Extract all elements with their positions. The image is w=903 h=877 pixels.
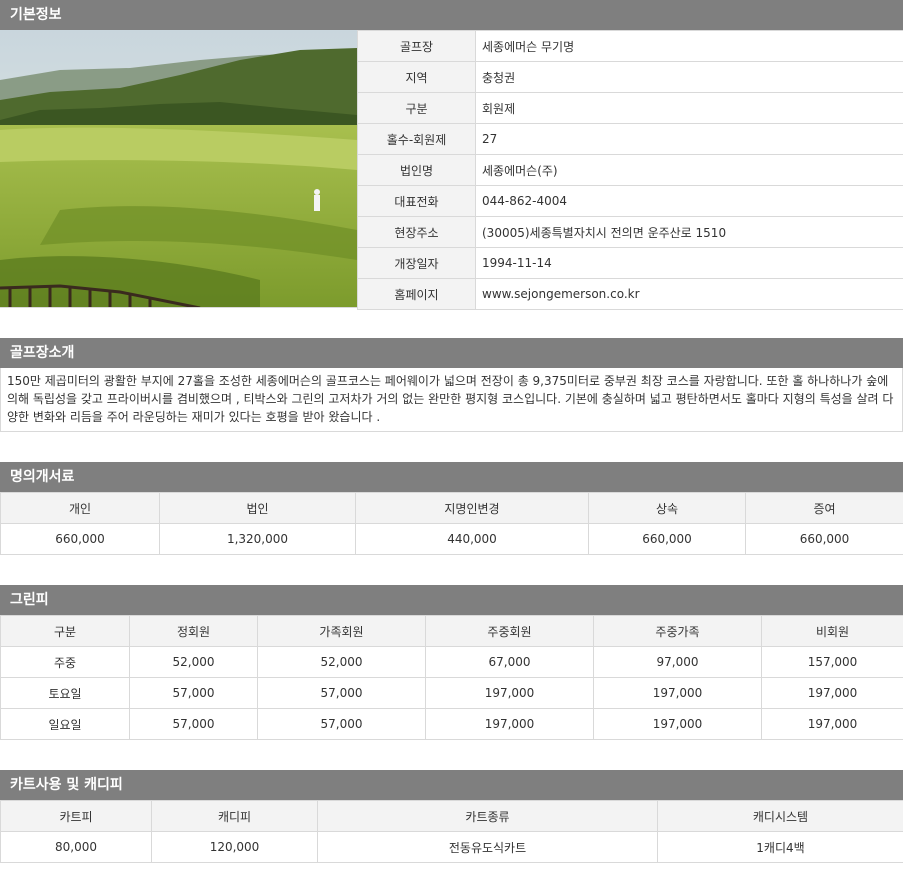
col-gift: 증여 — [745, 492, 903, 524]
cell: 52,000 — [129, 646, 258, 678]
cart-caddie-table: 카트피 캐디피 카트종류 캐디시스템 80,000 120,000 전동유도식카… — [0, 800, 903, 863]
label-phone: 대표전화 — [357, 185, 476, 217]
col-weekday-member: 주중회원 — [425, 615, 594, 647]
green-fee-header: 그린피 — [0, 585, 903, 615]
col-non-member: 비회원 — [761, 615, 903, 647]
table-row: 법인명 세종에머슨(주) — [357, 154, 903, 186]
value-type: 회원제 — [475, 92, 903, 124]
value-region: 충청권 — [475, 61, 903, 93]
row-label: 주중 — [0, 646, 130, 678]
intro-text: 150만 제곱미터의 광활한 부지에 27홀을 조성한 세종에머슨의 골프코스는… — [0, 368, 903, 432]
basic-info-table: 골프장 세종에머슨 무기명 지역 충청권 구분 회원제 홀수-회원제 27 법인명 세종에… — [357, 30, 903, 310]
col-family-member: 가족회원 — [257, 615, 426, 647]
table-row: 토요일 57,000 57,000 197,000 197,000 197,00… — [0, 677, 903, 709]
table-header-row: 구분 정회원 가족회원 주중회원 주중가족 비회원 — [0, 615, 903, 647]
col-cart-fee: 카트피 — [0, 800, 152, 832]
label-region: 지역 — [357, 61, 476, 93]
col-caddie-fee: 캐디피 — [151, 800, 318, 832]
value-open-date: 1994-11-14 — [475, 247, 903, 279]
col-weekday-family: 주중가족 — [593, 615, 762, 647]
table-row: 현장주소 (30005)세종특별자치시 전의면 운주산로 1510 — [357, 216, 903, 248]
table-header-row: 카트피 캐디피 카트종류 캐디시스템 — [0, 800, 903, 832]
table-row: 660,000 1,320,000 440,000 660,000 660,00… — [0, 523, 903, 555]
table-row: 일요일 57,000 57,000 197,000 197,000 197,00… — [0, 708, 903, 740]
cell: 157,000 — [761, 646, 903, 678]
table-header-row: 개인 법인 지명인변경 상속 증여 — [0, 492, 903, 524]
table-row: 80,000 120,000 전동유도식카트 1캐디4백 — [0, 831, 903, 863]
cell: 120,000 — [151, 831, 318, 863]
cell: 660,000 — [588, 523, 746, 555]
table-row: 대표전화 044-862-4004 — [357, 185, 903, 217]
table-row: 구분 회원제 — [357, 92, 903, 124]
value-course: 세종에머슨 무기명 — [475, 30, 903, 62]
cell: 660,000 — [745, 523, 903, 555]
col-inheritance: 상속 — [588, 492, 746, 524]
value-holes: 27 — [475, 123, 903, 155]
label-holes: 홀수-회원제 — [357, 123, 476, 155]
table-row: 홀수-회원제 27 — [357, 123, 903, 155]
transfer-fee-header: 명의개서료 — [0, 462, 903, 492]
cell: 197,000 — [425, 708, 594, 740]
cell: 전동유도식카트 — [317, 831, 658, 863]
value-corp: 세종에머슨(주) — [475, 154, 903, 186]
row-label: 일요일 — [0, 708, 130, 740]
cell: 57,000 — [129, 708, 258, 740]
col-category: 구분 — [0, 615, 130, 647]
transfer-fee-table: 개인 법인 지명인변경 상속 증여 660,000 1,320,000 440,… — [0, 492, 903, 555]
cell: 57,000 — [257, 677, 426, 709]
label-address: 현장주소 — [357, 216, 476, 248]
cell: 197,000 — [593, 677, 762, 709]
cell: 1,320,000 — [159, 523, 356, 555]
value-homepage: www.sejongemerson.co.kr — [475, 278, 903, 310]
page: 기본정보 골프장 세종에머슨 무기명 지역 충청권 구분 회원제 홀수-회원제 … — [0, 0, 903, 877]
cell: 197,000 — [761, 708, 903, 740]
basic-info-header: 기본정보 — [0, 0, 903, 30]
label-open-date: 개장일자 — [357, 247, 476, 279]
col-corporate: 법인 — [159, 492, 356, 524]
intro-header: 골프장소개 — [0, 338, 903, 368]
table-row: 골프장 세종에머슨 무기명 — [357, 30, 903, 62]
table-row: 지역 충청권 — [357, 61, 903, 93]
col-cart-type: 카트종류 — [317, 800, 658, 832]
col-individual: 개인 — [0, 492, 160, 524]
cell: 197,000 — [425, 677, 594, 709]
cell: 52,000 — [257, 646, 426, 678]
cell: 197,000 — [761, 677, 903, 709]
golf-course-photo — [0, 30, 357, 308]
green-fee-table: 구분 정회원 가족회원 주중회원 주중가족 비회원 주중 52,000 52,0… — [0, 615, 903, 740]
cell: 1캐디4백 — [657, 831, 903, 863]
cell: 440,000 — [355, 523, 589, 555]
table-row: 홈페이지 www.sejongemerson.co.kr — [357, 278, 903, 310]
col-designee-change: 지명인변경 — [355, 492, 589, 524]
label-homepage: 홈페이지 — [357, 278, 476, 310]
value-phone: 044-862-4004 — [475, 185, 903, 217]
cart-caddie-header: 카트사용 및 캐디피 — [0, 770, 903, 800]
table-row: 주중 52,000 52,000 67,000 97,000 157,000 — [0, 646, 903, 678]
label-type: 구분 — [357, 92, 476, 124]
row-label: 토요일 — [0, 677, 130, 709]
cell: 67,000 — [425, 646, 594, 678]
cell: 97,000 — [593, 646, 762, 678]
col-regular-member: 정회원 — [129, 615, 258, 647]
table-row: 개장일자 1994-11-14 — [357, 247, 903, 279]
label-course: 골프장 — [357, 30, 476, 62]
cell: 80,000 — [0, 831, 152, 863]
cell: 660,000 — [0, 523, 160, 555]
cell: 57,000 — [129, 677, 258, 709]
cell: 197,000 — [593, 708, 762, 740]
label-corp: 법인명 — [357, 154, 476, 186]
cell: 57,000 — [257, 708, 426, 740]
col-caddie-system: 캐디시스템 — [657, 800, 903, 832]
value-address: (30005)세종특별자치시 전의면 운주산로 1510 — [475, 216, 903, 248]
